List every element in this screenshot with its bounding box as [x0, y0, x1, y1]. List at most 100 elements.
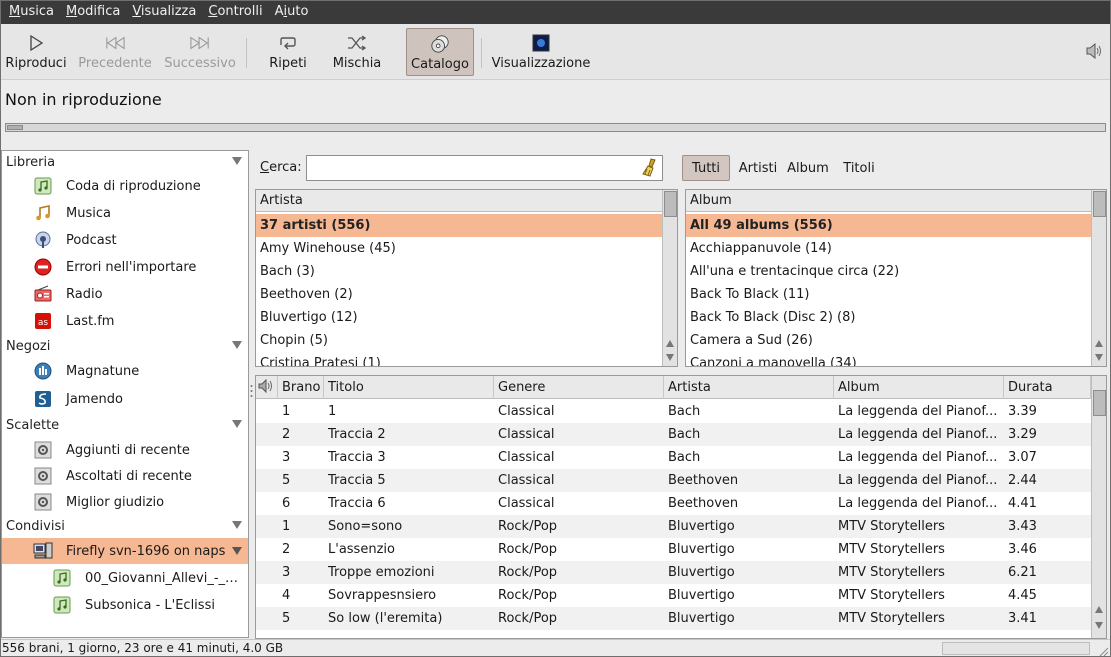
album-row[interactable]: Canzoni a manovella (34): [686, 352, 1091, 366]
repeat-button[interactable]: Ripeti: [262, 28, 314, 76]
sidebar-item-import-errors[interactable]: Errori nell'importare: [2, 254, 248, 280]
track-row[interactable]: 2 L'assenzio Rock/Pop Bluvertigo MTV Storyte…: [256, 538, 1091, 561]
track-row[interactable]: 2 Traccia 2 Classical Bach La leggenda del P…: [256, 423, 1091, 446]
now-playing-column-header[interactable]: [256, 376, 278, 399]
scroll-up-icon[interactable]: [1095, 340, 1103, 347]
previous-button[interactable]: Precedente: [76, 28, 154, 76]
track-row[interactable]: 1 1 Classical Bach La leggenda del Pianof...…: [256, 400, 1091, 423]
artist-row[interactable]: Chopin (5): [256, 329, 662, 352]
sidebar-item-music[interactable]: Musica: [2, 200, 248, 226]
filter-titles-button[interactable]: Titoli: [837, 155, 881, 181]
artist-row[interactable]: Cristina Pratesi (1): [256, 352, 662, 366]
artist-row[interactable]: Bluvertigo (12): [256, 306, 662, 329]
filter-all-button[interactable]: Tutti: [682, 155, 730, 181]
sidebar-resize-handle[interactable]: [249, 384, 254, 398]
album-row[interactable]: All 49 albums (556): [686, 214, 1091, 237]
track-row[interactable]: 4 Sovrappesnsiero Rock/Pop Bluvertigo MTV St…: [256, 584, 1091, 607]
sidebar-item-play-queue[interactable]: Coda di riproduzione: [2, 173, 248, 199]
artist-column-header[interactable]: Artista: [256, 190, 662, 212]
sidebar-section-stores[interactable]: Negozi: [2, 335, 248, 357]
artist-row[interactable]: Bach (3): [256, 260, 662, 283]
section-label: Negozi: [6, 338, 51, 354]
filter-albums-button[interactable]: Album: [785, 155, 831, 181]
track-row[interactable]: 3 Troppe emozioni Rock/Pop Bluvertigo MTV St…: [256, 561, 1091, 584]
sidebar-item-shared-playlist[interactable]: 00_Giovanni_Allevi_-_J...: [2, 565, 248, 591]
track-list-scrollbar[interactable]: [1091, 376, 1106, 638]
collapse-arrow-icon[interactable]: [232, 547, 242, 555]
cd-icon: [430, 34, 450, 54]
album-scrollbar[interactable]: [1091, 190, 1106, 366]
gear-icon: [33, 466, 53, 486]
artist-scrollbar[interactable]: [662, 190, 677, 366]
sidebar-item-shared-playlist[interactable]: Subsonica - L'Eclissi: [2, 592, 248, 618]
album-row[interactable]: Back To Black (11): [686, 283, 1091, 306]
scrollbar-thumb[interactable]: [664, 191, 677, 217]
album-column-header[interactable]: Album: [686, 190, 1091, 212]
sidebar-item-radio[interactable]: Radio: [2, 281, 248, 307]
filter-artists-button[interactable]: Artisti: [735, 155, 781, 181]
sidebar-item-recently-played[interactable]: Ascoltati di recente: [2, 463, 248, 489]
track-row[interactable]: 6 Traccia 6 Classical Beethoven La leggenda …: [256, 492, 1091, 515]
collapse-arrow-icon[interactable]: [232, 521, 242, 529]
menu-item[interactable]: Musica: [4, 0, 59, 24]
track-row[interactable]: 3 Traccia 3 Classical Bach La leggenda del P…: [256, 446, 1091, 469]
collapse-arrow-icon[interactable]: [232, 157, 242, 165]
shuffle-button[interactable]: Mischia: [328, 28, 386, 76]
column-header-track[interactable]: Brano: [278, 376, 324, 399]
album-row[interactable]: Camera a Sud (26): [686, 329, 1091, 352]
menu-item[interactable]: Aiuto: [270, 0, 314, 24]
collapse-arrow-icon[interactable]: [232, 420, 242, 428]
clear-search-icon[interactable]: [641, 158, 659, 178]
position-slider[interactable]: [5, 123, 1106, 132]
artist-browser: Artista 37 artisti (556) Amy Winehouse (…: [255, 189, 678, 367]
browse-button[interactable]: Catalogo: [406, 28, 474, 76]
scrollbar-thumb[interactable]: [1093, 390, 1106, 416]
next-button[interactable]: Successivo: [160, 28, 240, 76]
sidebar-item-top-rated[interactable]: Miglior giudizio: [2, 489, 248, 515]
album-row[interactable]: All'una e trentacinque circa (22): [686, 260, 1091, 283]
album-row[interactable]: Back To Black (Disc 2) (8): [686, 306, 1091, 329]
column-header-duration[interactable]: Durata: [1004, 376, 1091, 399]
sidebar-section-library[interactable]: Libreria: [2, 151, 248, 173]
toolbar: Riproduci Precedente Successivo Ripeti M…: [0, 24, 1111, 80]
column-header-title[interactable]: Titolo: [324, 376, 494, 399]
sidebar-item-magnatune[interactable]: Magnatune: [2, 358, 248, 384]
menu-item[interactable]: Modifica: [61, 0, 125, 24]
track-row[interactable]: 5 So low (l'eremita) Rock/Pop Bluvertigo MTV…: [256, 607, 1091, 630]
scroll-up-icon[interactable]: [666, 340, 674, 347]
artist-row[interactable]: Amy Winehouse (45): [256, 237, 662, 260]
album-row[interactable]: Acchiappanuvole (14): [686, 237, 1091, 260]
sidebar-section-playlists[interactable]: Scalette: [2, 414, 248, 436]
artist-row[interactable]: Beethoven (2): [256, 283, 662, 306]
magnatune-icon: [33, 361, 53, 381]
scroll-up-icon[interactable]: [1095, 606, 1103, 613]
sidebar-item-jamendo[interactable]: Jamendo: [2, 386, 248, 412]
artist-row[interactable]: 37 artisti (556): [256, 214, 662, 237]
column-header-artist[interactable]: Artista: [664, 376, 834, 399]
track-row[interactable]: 1 Sono=sono Rock/Pop Bluvertigo MTV Storytel…: [256, 515, 1091, 538]
scroll-down-icon[interactable]: [1095, 622, 1103, 629]
menu-item[interactable]: Visualizza: [127, 0, 201, 24]
collapse-arrow-icon[interactable]: [232, 341, 242, 349]
column-header-genre[interactable]: Genere: [494, 376, 664, 399]
track-row[interactable]: 5 Traccia 5 Classical Beethoven La leggenda …: [256, 469, 1091, 492]
scroll-down-icon[interactable]: [666, 354, 674, 361]
volume-icon[interactable]: [1085, 42, 1103, 60]
pane-resize-handle[interactable]: [676, 368, 690, 378]
search-input[interactable]: [306, 155, 663, 181]
track-cell-album: MTV Storytellers: [838, 542, 945, 557]
menu-item[interactable]: Controlli: [203, 0, 267, 24]
visualization-button[interactable]: Visualizzazione: [490, 28, 592, 76]
position-slider-handle[interactable]: [7, 125, 23, 130]
scroll-down-icon[interactable]: [1095, 354, 1103, 361]
play-button[interactable]: Riproduci: [4, 28, 68, 76]
sidebar-item-lastfm[interactable]: as Last.fm: [2, 308, 248, 334]
sidebar-item-podcast[interactable]: Podcast: [2, 227, 248, 253]
sidebar-item-recently-added[interactable]: Aggiunti di recente: [2, 437, 248, 463]
scrollbar-thumb[interactable]: [1093, 191, 1106, 217]
column-header-album[interactable]: Album: [834, 376, 1004, 399]
sidebar-item-firefly-share[interactable]: Firefly svn-1696 on naps: [2, 538, 248, 564]
sidebar-section-shared[interactable]: Condivisi: [2, 515, 248, 537]
window-resize-grip[interactable]: [1099, 645, 1109, 657]
track-cell-title: Sono=sono: [328, 519, 403, 534]
